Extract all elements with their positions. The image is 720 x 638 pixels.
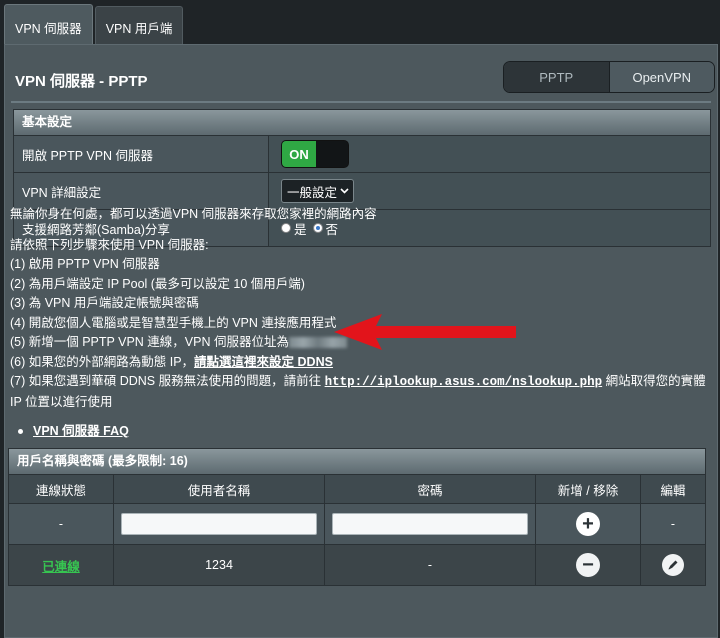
vpn-details-value: 一般設定 — [287, 185, 338, 200]
add-row-edit: - — [670, 517, 676, 531]
username-cell: 1234 — [114, 545, 325, 585]
red-arrow-annotation — [334, 314, 516, 350]
enable-pptp-label: 開啟 PPTP VPN 伺服器 — [14, 136, 269, 172]
basic-settings-header: 基本設定 — [14, 110, 710, 135]
router-vpn-page: VPN 伺服器 VPN 用戶端 VPN 伺服器 - PPTP PPTP Open… — [0, 0, 720, 638]
openvpn-button[interactable]: OpenVPN — [609, 62, 714, 92]
user-table-header: 用戶名稱與密碼 (最多限制: 16) — [9, 449, 705, 474]
toggle-on-label: ON — [282, 141, 316, 167]
table-row: 已連線 1234 - − — [9, 544, 705, 585]
password-cell: - — [325, 545, 536, 585]
step-7-text: (7) 如果您遇到華碩 DDNS 服務無法使用的問題，請前往 — [10, 374, 325, 388]
intro-text: 無論你身在何處，都可以透過VPN 伺服器來存取您家裡的網路內容 — [10, 207, 377, 221]
title-divider — [11, 101, 711, 103]
add-user-row: - + - — [9, 503, 705, 544]
col-edit: 編輯 — [660, 483, 686, 498]
step-5-text: (5) 新增一個 PPTP VPN 連線，VPN 伺服器位址為 — [10, 335, 289, 349]
tab-vpn-server[interactable]: VPN 伺服器 — [4, 4, 93, 49]
remove-icon[interactable]: − — [576, 553, 600, 577]
step-6-text: (6) 如果您的外部網路為動態 IP， — [10, 354, 195, 369]
password-input[interactable] — [332, 513, 528, 535]
bullet-icon — [18, 429, 23, 435]
step-6: (6) 如果您的外部網路為動態 IP，請點選這裡來設定 DDNS — [10, 353, 710, 373]
ddns-link[interactable]: 請點選這裡來設定 DDNS — [194, 355, 333, 369]
col-add-remove: 新增 / 移除 — [536, 475, 641, 503]
page-title: VPN 伺服器 - PPTP — [15, 73, 148, 90]
col-status: 連線狀態 — [9, 475, 114, 503]
toggle-knob — [316, 141, 348, 167]
add-icon[interactable]: + — [576, 512, 600, 536]
col-username: 使用者名稱 — [114, 475, 325, 503]
col-password: 密碼 — [325, 475, 536, 503]
nslookup-link[interactable]: http://iplookup.asus.com/nslookup.php — [325, 375, 603, 389]
step-3: (3) 為 VPN 用戶端設定帳號與密碼 — [10, 296, 199, 310]
tab-vpn-client[interactable]: VPN 用戶端 — [94, 6, 184, 47]
username-input[interactable] — [121, 513, 317, 535]
user-table: 用戶名稱與密碼 (最多限制: 16) 連線狀態 使用者名稱 密碼 新增 / 移除… — [8, 448, 706, 586]
top-tabs: VPN 伺服器 VPN 用戶端 — [4, 0, 184, 49]
step-7: (7) 如果您遇到華碩 DDNS 服務無法使用的問題，請前往 http://ip… — [10, 372, 710, 393]
row-vpn-details: VPN 詳細設定 一般設定 — [14, 172, 710, 209]
pptp-button[interactable]: PPTP — [504, 62, 610, 92]
add-row-status: - — [9, 504, 114, 544]
basic-settings-title: 基本設定 — [22, 115, 73, 129]
protocol-switch: PPTP OpenVPN — [503, 61, 715, 93]
step-2: (2) 為用戶端設定 IP Pool (最多可以設定 10 個用戶端) — [10, 276, 305, 291]
step-7-line2: IP 位置以進行使用 — [10, 394, 113, 409]
steps-title: 請依照下列步驟來使用 VPN 伺服器: — [10, 237, 209, 252]
vpn-details-select[interactable]: 一般設定 — [281, 179, 355, 203]
user-table-columns: 連線狀態 使用者名稱 密碼 新增 / 移除 編輯 — [9, 474, 705, 503]
enable-pptp-toggle[interactable]: ON — [281, 140, 349, 168]
connection-status-link[interactable]: 已連線 — [42, 556, 80, 575]
chevron-down-icon — [340, 188, 349, 194]
step-1: (1) 啟用 PPTP VPN 伺服器 — [10, 257, 160, 271]
row-enable-pptp: 開啟 PPTP VPN 伺服器 ON — [14, 135, 710, 172]
step-7-suffix: 網站取得您的實體 — [602, 374, 706, 388]
vpn-details-label: VPN 詳細設定 — [14, 173, 269, 209]
faq-item: VPN 伺服器 FAQ — [10, 422, 710, 442]
faq-link[interactable]: VPN 伺服器 FAQ — [33, 422, 129, 442]
pencil-icon[interactable] — [662, 554, 684, 576]
